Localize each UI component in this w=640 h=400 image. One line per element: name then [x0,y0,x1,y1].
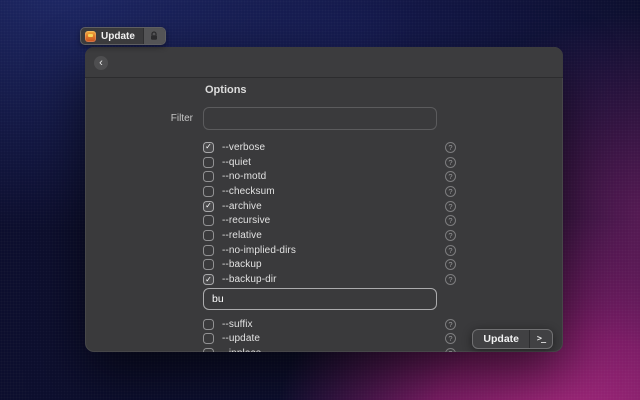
update-run-button[interactable]: Update >_ [472,329,553,349]
question-mark-icon[interactable]: ? [445,230,456,241]
question-mark-icon[interactable]: ? [445,142,456,153]
question-mark-icon[interactable]: ? [445,333,456,344]
command-tag-label: Update [101,31,135,42]
back-button[interactable]: ‹ [94,56,108,70]
options-list: ✓ --verbose ? --quiet ? --no-motd ? --ch… [203,140,563,352]
question-mark-icon[interactable]: ? [445,259,456,270]
option-label: --relative [222,230,262,241]
checkbox-update[interactable] [203,333,214,344]
option-row-recursive: --recursive ? [203,213,563,228]
option-row-backup: --backup ? [203,258,563,273]
filter-row: Filter [85,107,563,130]
command-tag[interactable]: Update [80,27,166,45]
filter-input[interactable] [203,107,437,130]
option-label: --no-implied-dirs [222,245,296,256]
option-label: --checksum [222,186,275,197]
option-row-no-motd: --no-motd ? [203,169,563,184]
question-mark-icon[interactable]: ? [445,274,456,285]
lock-badge[interactable] [143,28,165,44]
checkbox-relative[interactable] [203,230,214,241]
desktop-background: Update ‹ Options Filter ✓ --verbose ? --… [0,0,640,400]
question-mark-icon[interactable]: ? [445,245,456,256]
command-options-window: ‹ Options Filter ✓ --verbose ? --quiet ?… [85,47,563,352]
checkbox-no-motd[interactable] [203,171,214,182]
option-label: --quiet [222,157,251,168]
option-label: --suffix [222,319,253,330]
question-mark-icon[interactable]: ? [445,348,456,352]
option-label: --update [222,333,260,344]
checkbox-quiet[interactable] [203,157,214,168]
option-row-backup-dir: ✓ --backup-dir ? [203,272,563,287]
options-section-title: Options [205,84,247,96]
checkbox-inplace[interactable] [203,348,214,352]
question-mark-icon[interactable]: ? [445,201,456,212]
checkbox-suffix[interactable] [203,319,214,330]
question-mark-icon[interactable]: ? [445,186,456,197]
option-label: --recursive [222,215,270,226]
option-row-relative: --relative ? [203,228,563,243]
checkbox-no-implied-dirs[interactable] [203,245,214,256]
app-icon [85,31,96,42]
option-label: --inplace [222,348,261,352]
option-row-archive: ✓ --archive ? [203,199,563,214]
question-mark-icon[interactable]: ? [445,171,456,182]
option-row-checksum: --checksum ? [203,184,563,199]
question-mark-icon[interactable]: ? [445,319,456,330]
run-button-label: Update [473,333,529,345]
option-label: --archive [222,201,262,212]
checkbox-verbose[interactable]: ✓ [203,142,214,153]
option-label: --backup-dir [222,274,277,285]
terminal-prompt-icon[interactable]: >_ [530,334,552,344]
option-row-no-implied-dirs: --no-implied-dirs ? [203,243,563,258]
checkbox-checksum[interactable] [203,186,214,197]
lock-icon [149,31,159,41]
question-mark-icon[interactable]: ? [445,157,456,168]
checkbox-backup-dir[interactable]: ✓ [203,274,214,285]
backup-dir-value-input[interactable] [203,288,437,310]
window-header: ‹ [85,47,563,78]
option-row-verbose: ✓ --verbose ? [203,140,563,155]
option-row-quiet: --quiet ? [203,155,563,170]
checkbox-backup[interactable] [203,259,214,270]
option-label: --backup [222,259,262,270]
checkbox-archive[interactable]: ✓ [203,201,214,212]
command-tag-main[interactable]: Update [81,28,143,44]
checkbox-recursive[interactable] [203,215,214,226]
option-label: --no-motd [222,171,266,182]
filter-label: Filter [85,107,193,130]
question-mark-icon[interactable]: ? [445,215,456,226]
option-label: --verbose [222,142,265,153]
